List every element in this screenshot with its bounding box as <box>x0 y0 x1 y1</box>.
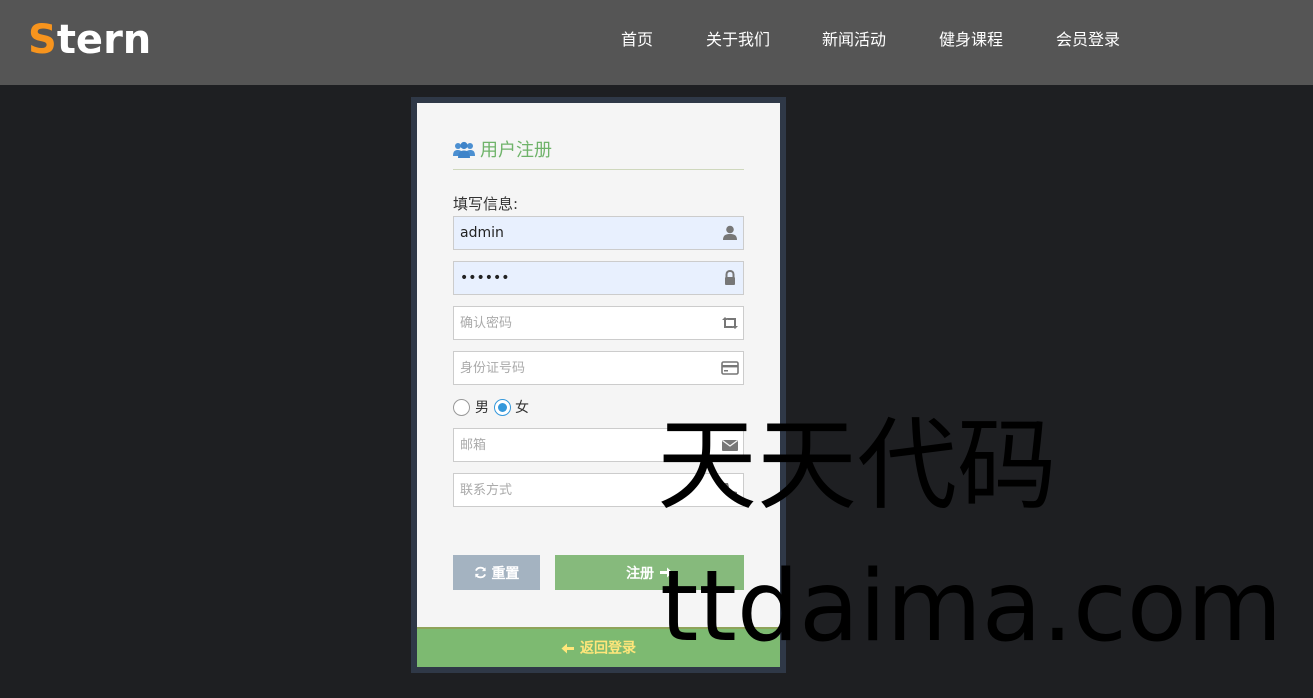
id-card-field <box>453 351 744 385</box>
confirm-password-input[interactable] <box>454 307 714 339</box>
nav-item-home[interactable]: 首页 <box>621 29 653 51</box>
nav-item-courses[interactable]: 健身课程 <box>939 29 1003 51</box>
back-to-login-label: 返回登录 <box>580 640 637 657</box>
password-input[interactable] <box>454 262 714 294</box>
reset-button[interactable]: 重置 <box>453 555 540 590</box>
gender-label-male: 男 <box>475 400 489 416</box>
watermark-chinese: 天天代码 <box>657 407 1057 524</box>
retweet-icon <box>722 317 738 329</box>
username-field <box>453 216 744 250</box>
form-title-row: 用户注册 <box>453 139 744 170</box>
confirm-password-field <box>453 306 744 340</box>
top-navbar: Stern 首页 关于我们 新闻活动 健身课程 会员登录 <box>0 0 1313 85</box>
nav-item-member-login[interactable]: 会员登录 <box>1056 29 1120 51</box>
user-icon <box>723 225 737 240</box>
arrow-left-icon <box>561 643 574 654</box>
lock-icon <box>725 269 735 285</box>
watermark-url: ttdaima.com <box>660 550 1283 664</box>
main-nav: 首页 关于我们 新闻活动 健身课程 会员登录 <box>0 29 1313 53</box>
gender-radio-male[interactable] <box>453 399 470 416</box>
section-label: 填写信息: <box>453 195 519 213</box>
refresh-icon <box>474 566 486 579</box>
users-icon <box>453 141 475 158</box>
gender-radio-female[interactable] <box>494 399 511 416</box>
form-title: 用户注册 <box>480 140 552 161</box>
register-button-label: 注册 <box>626 565 655 582</box>
id-card-input[interactable] <box>454 352 714 384</box>
nav-item-news[interactable]: 新闻活动 <box>822 29 886 51</box>
gender-label-female: 女 <box>515 400 529 416</box>
reset-button-label: 重置 <box>491 565 520 582</box>
username-input[interactable] <box>454 217 714 249</box>
nav-item-about[interactable]: 关于我们 <box>706 29 770 51</box>
password-field <box>453 261 744 295</box>
credit-card-icon <box>721 361 739 375</box>
